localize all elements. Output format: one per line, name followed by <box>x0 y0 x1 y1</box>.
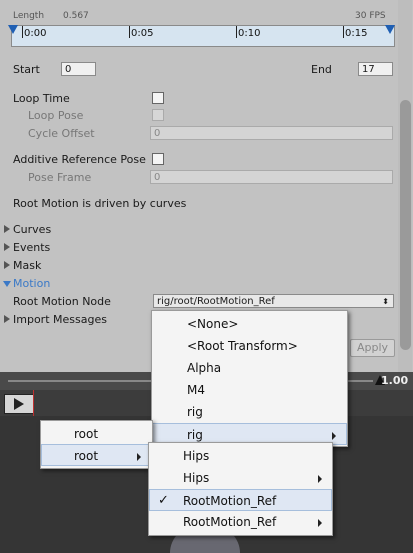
motion-foldout[interactable]: Motion <box>13 277 50 290</box>
tick-15 <box>343 26 344 38</box>
root-motion-node-value: rig/root/RootMotion_Ref <box>157 296 275 307</box>
menu-item-rootmotion-ref-submenu[interactable]: RootMotion_Ref <box>149 511 332 533</box>
scrollbar-thumb[interactable] <box>400 100 411 350</box>
tick-label-5: 0:05 <box>131 28 154 39</box>
playhead[interactable] <box>33 390 34 416</box>
root-motion-node-dropdown[interactable]: rig/root/RootMotion_Ref ⬍ <box>153 294 394 308</box>
rig-submenu: Hips Hips ✓ RootMotion_Ref RootMotion_Re… <box>148 442 333 536</box>
mask-foldout-icon[interactable] <box>4 261 10 269</box>
additive-checkbox[interactable] <box>152 153 164 165</box>
apply-button[interactable]: Apply <box>350 339 395 357</box>
submenu-arrow-icon <box>332 432 336 440</box>
loop-time-checkbox[interactable] <box>152 92 164 104</box>
loop-pose-label: Loop Pose <box>28 109 84 122</box>
cycle-offset-field[interactable]: 0 <box>150 126 393 140</box>
curves-foldout-icon[interactable] <box>4 225 10 233</box>
import-messages-foldout-icon[interactable] <box>4 315 10 323</box>
fps-label: 30 FPS <box>355 11 386 21</box>
speed-value: 1.00 <box>381 374 409 387</box>
menu-item-root[interactable]: root <box>41 423 152 445</box>
root-submenu: root root <box>40 420 153 469</box>
pose-frame-label: Pose Frame <box>28 171 92 184</box>
events-foldout-icon[interactable] <box>4 243 10 251</box>
loop-time-label: Loop Time <box>13 92 70 105</box>
menu-item-none[interactable]: <None> <box>152 313 347 335</box>
curves-foldout[interactable]: Curves <box>13 223 51 236</box>
submenu-arrow-icon <box>137 453 141 461</box>
menu-item-hips[interactable]: Hips <box>149 445 332 467</box>
menu-item-alpha[interactable]: Alpha <box>152 357 347 379</box>
events-foldout[interactable]: Events <box>13 241 50 254</box>
play-icon <box>14 398 24 410</box>
menu-item-m4[interactable]: M4 <box>152 379 347 401</box>
timeline-ruler[interactable]: 0:00 0:05 0:10 0:15 <box>8 25 395 47</box>
loop-pose-checkbox[interactable] <box>152 109 164 121</box>
mask-foldout[interactable]: Mask <box>13 259 41 272</box>
pose-frame-field[interactable]: 0 <box>150 170 393 184</box>
menu-item-root-transform[interactable]: <Root Transform> <box>152 335 347 357</box>
start-field[interactable]: 0 <box>61 62 96 76</box>
checkmark-icon: ✓ <box>158 493 169 508</box>
tick-5 <box>129 26 130 38</box>
submenu-arrow-icon <box>318 475 322 483</box>
start-label: Start <box>13 63 40 76</box>
menu-item-rig[interactable]: rig <box>152 401 347 423</box>
tick-10 <box>236 26 237 38</box>
end-marker[interactable] <box>385 25 395 34</box>
import-messages-foldout[interactable]: Import Messages <box>13 313 107 326</box>
additive-label: Additive Reference Pose <box>13 153 146 166</box>
tick-label-15: 0:15 <box>345 28 368 39</box>
end-label: End <box>311 63 332 76</box>
dropdown-arrow-icon: ⬍ <box>382 297 389 306</box>
motion-foldout-icon[interactable] <box>3 281 11 287</box>
tick-label-0: 0:00 <box>24 28 47 39</box>
length-label: Length <box>13 11 45 21</box>
tick-label-10: 0:10 <box>238 28 261 39</box>
submenu-arrow-icon <box>318 519 322 527</box>
start-marker[interactable] <box>8 25 18 34</box>
menu-item-hips-submenu[interactable]: Hips <box>149 467 332 489</box>
play-button[interactable] <box>4 394 34 414</box>
tick-0 <box>22 26 23 38</box>
end-field[interactable]: 17 <box>358 62 393 76</box>
root-motion-node-label: Root Motion Node <box>13 295 111 308</box>
length-value: 0.567 <box>63 11 89 21</box>
root-motion-node-menu: <None> <Root Transform> Alpha M4 rig rig <box>151 310 348 447</box>
root-motion-note: Root Motion is driven by curves <box>13 197 187 210</box>
cycle-offset-label: Cycle Offset <box>28 127 95 140</box>
menu-item-root-submenu[interactable]: root <box>41 444 152 466</box>
menu-item-rootmotion-ref-selected[interactable]: ✓ RootMotion_Ref <box>149 489 332 511</box>
